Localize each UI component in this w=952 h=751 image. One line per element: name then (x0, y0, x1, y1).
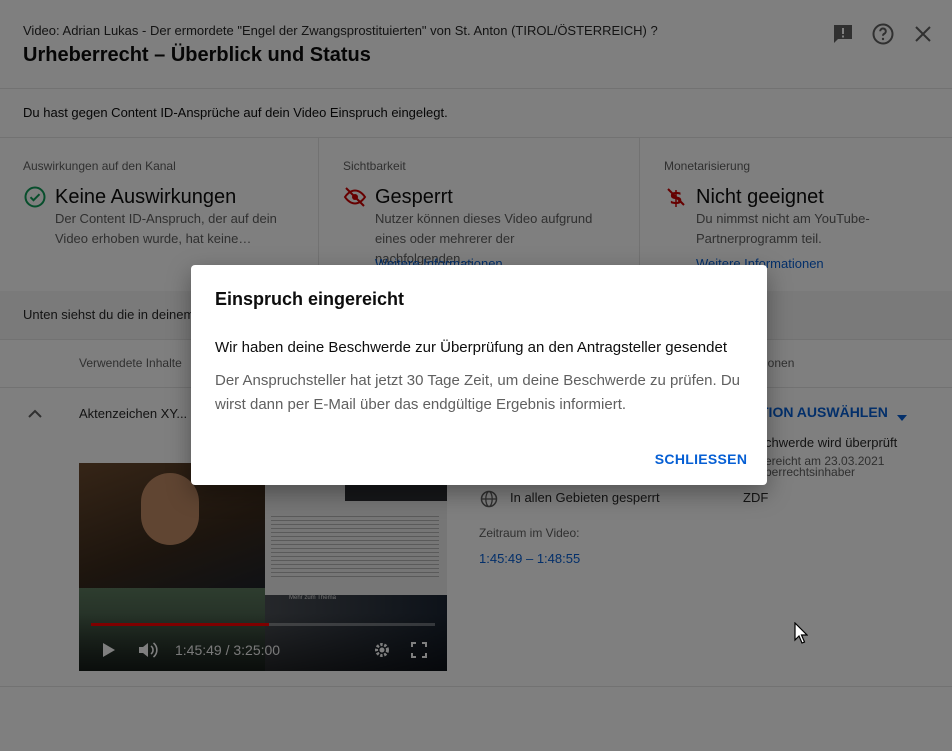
close-dialog-button[interactable]: SCHLIESSEN (651, 445, 751, 473)
dialog-title: Einspruch eingereicht (215, 289, 405, 309)
dialog-headline: Wir haben deine Beschwerde zur Überprüfu… (215, 339, 727, 356)
dialog-body: Der Anspruchsteller hat jetzt 30 Tage Ze… (215, 372, 741, 413)
appeal-submitted-dialog: Einspruch eingereicht Wir haben deine Be… (191, 265, 767, 485)
mouse-cursor-icon (794, 621, 809, 644)
